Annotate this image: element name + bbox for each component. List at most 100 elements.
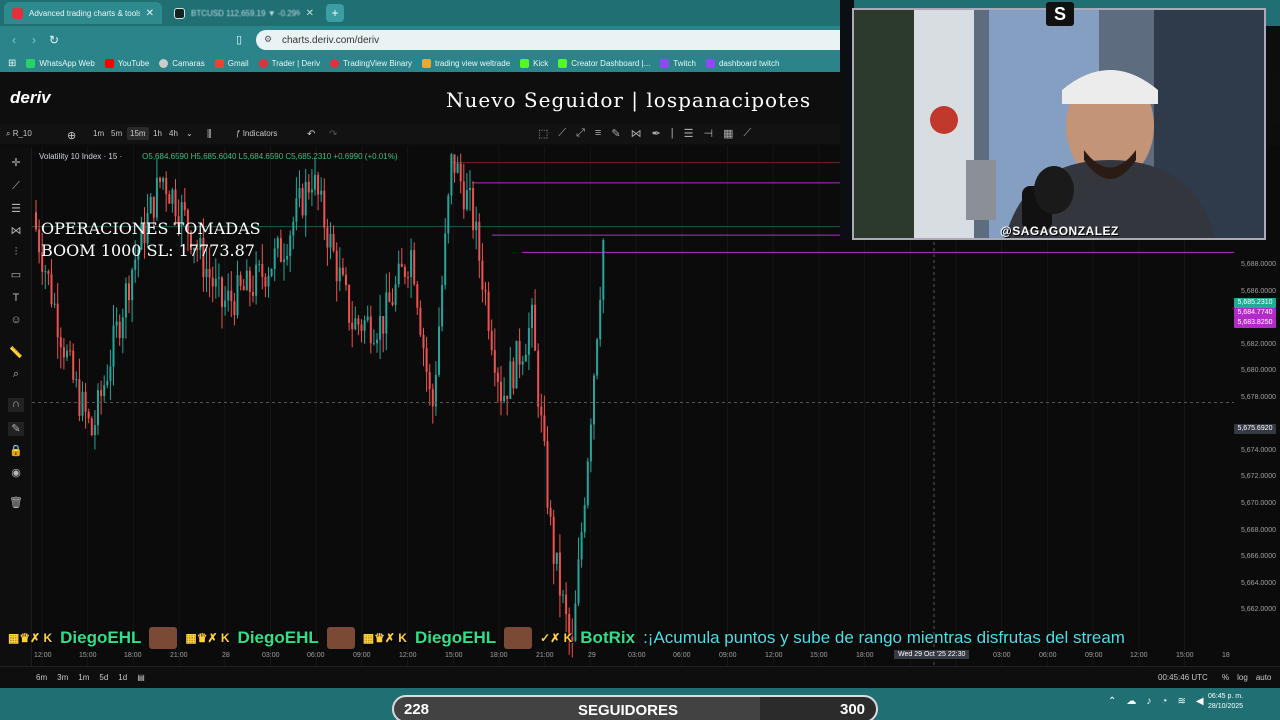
candle-body bbox=[376, 339, 378, 344]
timeframe-4h[interactable]: 4h bbox=[166, 127, 181, 140]
taskbar-clock[interactable]: 06:45 p. m. 28/10/2025 bbox=[1208, 692, 1243, 712]
bookmark-tradingview-binary[interactable]: TradingView Binary bbox=[330, 58, 412, 68]
back-icon[interactable]: ‹ bbox=[4, 33, 24, 47]
bookmark-dashboard-twitch[interactable]: dashboard twitch bbox=[705, 58, 779, 68]
url-field[interactable]: ⚙ charts.deriv.com/deriv bbox=[256, 30, 840, 50]
overlay-line-2: BOOM 1000 SL: 17773.87 bbox=[41, 241, 255, 260]
time-label: 09:00 bbox=[719, 652, 737, 659]
log-toggle[interactable]: log bbox=[1237, 673, 1248, 682]
add-symbol-icon[interactable]: ⊕ bbox=[64, 127, 79, 144]
legend-title: Volatility 10 Index · 15 · bbox=[39, 152, 123, 161]
timeframe-1h[interactable]: 1h bbox=[150, 127, 165, 140]
pattern-icon[interactable]: ⋈ bbox=[631, 127, 642, 140]
bookmark-icon[interactable]: ▯ bbox=[236, 33, 242, 46]
candle-body bbox=[410, 250, 413, 278]
crosshair-icon[interactable]: ✛ bbox=[8, 156, 24, 170]
line-icon[interactable]: ⟋ bbox=[558, 127, 566, 140]
tab-tradingview[interactable]: BTCUSD 112,659.19 ▼ -0.29% Saga ✕ bbox=[166, 2, 322, 24]
chart-type-icon[interactable]: ⫼ bbox=[204, 127, 215, 142]
volume-icon[interactable]: ◀ bbox=[1196, 696, 1204, 707]
candle-body bbox=[357, 318, 360, 325]
candle-body bbox=[565, 594, 568, 615]
candle-body bbox=[453, 154, 456, 173]
bookmark-youtube[interactable]: YouTube bbox=[104, 58, 149, 68]
draw-mode-icon[interactable]: ✎ bbox=[8, 422, 24, 436]
horizontal-line-icon[interactable]: ⊣ bbox=[704, 127, 714, 140]
network-icon[interactable]: ◔ bbox=[1161, 696, 1167, 707]
new-tab-button[interactable]: + bbox=[326, 4, 344, 22]
timeframe-1m[interactable]: 1m bbox=[90, 127, 107, 140]
candle-body bbox=[131, 269, 134, 301]
apps-icon[interactable]: ⊞ bbox=[8, 58, 16, 69]
rectangle-icon[interactable]: ▭ bbox=[8, 268, 24, 282]
grid-icon[interactable]: ▦ bbox=[723, 127, 733, 140]
lock-icon[interactable]: 🔒 bbox=[8, 444, 24, 458]
bookmark-weltrade[interactable]: trading view weltrade bbox=[422, 58, 510, 68]
time-label: 29 bbox=[588, 652, 596, 659]
candle-body bbox=[270, 268, 273, 276]
reload-icon[interactable]: ↻ bbox=[44, 33, 64, 47]
eye-icon[interactable]: ◉ bbox=[8, 466, 24, 480]
ray-icon[interactable]: ⤢ bbox=[576, 127, 585, 140]
trend-icon[interactable]: ⟋ bbox=[744, 127, 752, 140]
range-5d[interactable]: 5d bbox=[99, 673, 108, 682]
symbol-search[interactable]: ⌕ R_10 bbox=[6, 129, 32, 139]
calendar-icon[interactable]: ▤ bbox=[137, 673, 145, 682]
auto-toggle[interactable]: auto bbox=[1256, 673, 1272, 682]
mic-icon[interactable]: ♪ bbox=[1146, 696, 1151, 707]
bookmark-creator-dashboard[interactable]: Creator Dashboard |... bbox=[558, 58, 650, 68]
range-1m[interactable]: 1m bbox=[78, 673, 89, 682]
tab-deriv[interactable]: Advanced trading charts & tools ✕ bbox=[4, 2, 162, 24]
close-icon[interactable]: ✕ bbox=[146, 8, 154, 19]
timeframe-15m[interactable]: 15m bbox=[127, 127, 149, 140]
forward-icon[interactable]: › bbox=[24, 33, 44, 47]
candle-body bbox=[552, 516, 555, 564]
candle-body bbox=[47, 271, 50, 275]
taskbar-time: 06:45 p. m. bbox=[1208, 693, 1244, 700]
undo-icon[interactable]: ↶ bbox=[304, 127, 318, 142]
select-icon[interactable]: ⬚ bbox=[538, 127, 548, 140]
timeframe-5m[interactable]: 5m bbox=[108, 127, 125, 140]
close-icon[interactable]: ✕ bbox=[306, 8, 314, 19]
utc-clock[interactable]: 00:45:46 UTC bbox=[1158, 673, 1208, 682]
site-info-icon[interactable]: ⚙ bbox=[264, 34, 272, 45]
zoom-icon[interactable]: ⌕ bbox=[8, 368, 24, 382]
range-6m[interactable]: 6m bbox=[36, 673, 47, 682]
pattern-icon[interactable]: ⋈ bbox=[8, 224, 24, 238]
text-icon[interactable]: T bbox=[8, 292, 24, 306]
bookmark-kick[interactable]: Kick bbox=[520, 58, 548, 68]
trend-line-icon[interactable]: ⟋ bbox=[8, 180, 24, 194]
candle-body bbox=[382, 316, 385, 334]
price-label: 5,682.0000 bbox=[1240, 341, 1276, 348]
wifi-icon[interactable]: ≋ bbox=[1177, 696, 1185, 707]
projection-icon[interactable]: ⫶ bbox=[8, 246, 24, 260]
range-3m[interactable]: 3m bbox=[57, 673, 68, 682]
redo-icon[interactable]: ↷ bbox=[326, 127, 340, 142]
bookmark-whatsapp[interactable]: WhatsApp Web bbox=[26, 58, 95, 68]
pen-icon[interactable]: ✒ bbox=[652, 127, 661, 140]
candle-body bbox=[276, 238, 279, 249]
candle-body bbox=[124, 283, 127, 318]
fib-icon[interactable]: ☰ bbox=[8, 202, 24, 216]
emoji-icon[interactable]: ☺ bbox=[8, 314, 24, 328]
bookmark-gmail[interactable]: Gmail bbox=[214, 58, 249, 68]
percent-toggle[interactable]: % bbox=[1222, 673, 1229, 682]
ruler-icon[interactable]: 📏 bbox=[8, 346, 24, 360]
vertical-line-icon[interactable]: | bbox=[671, 127, 674, 140]
bookmark-camaras[interactable]: Camaras bbox=[159, 58, 205, 68]
indicators-button[interactable]: ƒ Indicators bbox=[236, 129, 277, 138]
time-axis[interactable]: 12:00 15:00 18:00 21:00 28 03:00 06:00 0… bbox=[32, 650, 1242, 664]
brush-icon[interactable]: ✎ bbox=[611, 127, 620, 140]
deriv-logo[interactable]: deriv bbox=[10, 88, 51, 108]
channel-icon[interactable]: ≡ bbox=[595, 127, 601, 140]
range-1d[interactable]: 1d bbox=[118, 673, 127, 682]
cloud-icon[interactable]: ☁ bbox=[1126, 696, 1136, 707]
bookmark-twitch[interactable]: Twitch bbox=[660, 58, 696, 68]
bookmark-trader-deriv[interactable]: Trader | Deriv bbox=[258, 58, 320, 68]
magnet-icon[interactable]: ∩ bbox=[8, 398, 24, 412]
candle-body bbox=[273, 248, 276, 269]
chevron-down-icon[interactable]: ⌄ bbox=[183, 127, 196, 140]
chevron-up-icon[interactable]: ⌃ bbox=[1108, 696, 1116, 707]
trash-icon[interactable]: 🗑 bbox=[8, 496, 24, 510]
fib-icon[interactable]: ☰ bbox=[684, 127, 694, 140]
